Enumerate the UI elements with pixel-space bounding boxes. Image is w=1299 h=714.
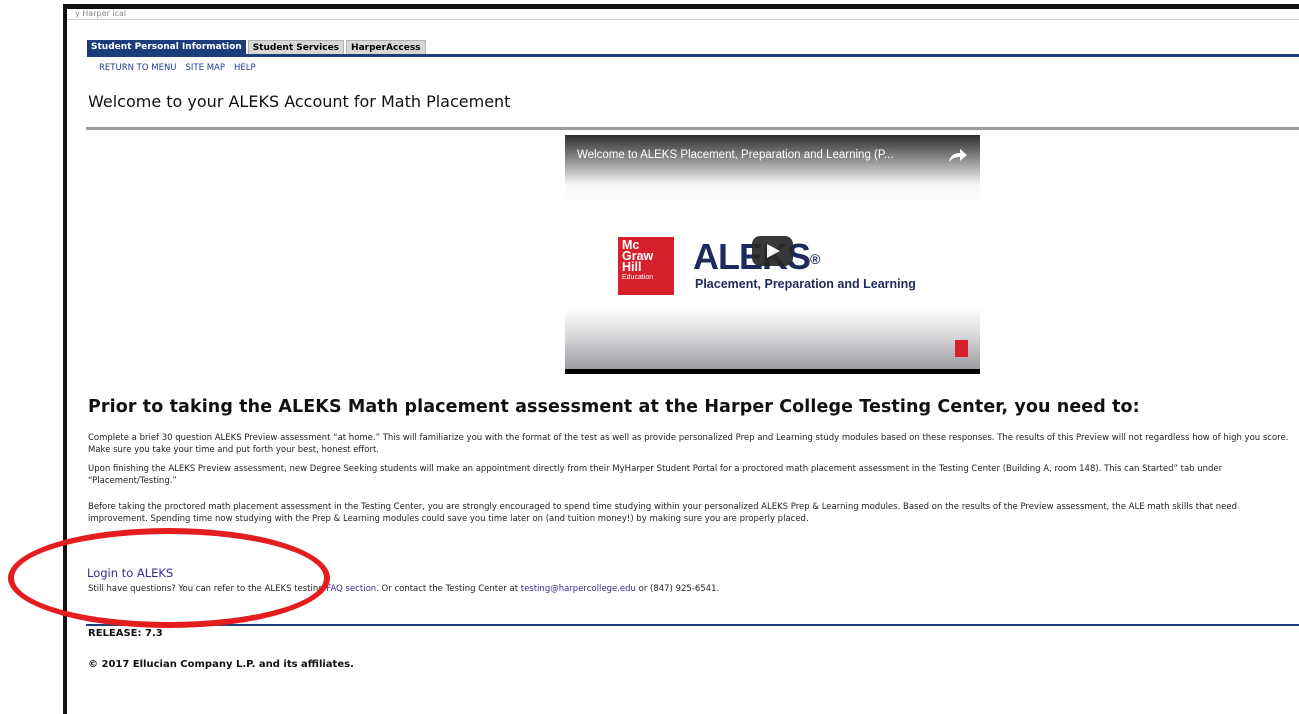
tab-bar: Student Personal Information Student Ser… [87,40,426,54]
video-thumbnail: Welcome to ALEKS Placement, Preparation … [565,135,980,369]
aleks-tagline: Placement, Preparation and Learning [695,277,916,291]
footer-divider [86,624,1299,626]
tab-divider [87,54,1299,57]
questions-suffix: or (847) 925-6541. [635,584,720,594]
login-to-aleks-link[interactable]: Login to ALEKS [87,566,173,580]
section-heading: Prior to taking the ALEKS Math placement… [88,397,1140,417]
video-player[interactable]: Welcome to ALEKS Placement, Preparation … [565,135,980,374]
video-title[interactable]: Welcome to ALEKS Placement, Preparation … [577,149,894,161]
paragraph-appointment: Upon finishing the ALEKS Preview assessm… [88,464,1223,486]
top-divider [67,19,1299,20]
window-frame-left [63,4,67,714]
paragraph-preview: Complete a brief 30 question ALEKS Previ… [88,433,1289,455]
title-divider [86,127,1299,130]
help-link[interactable]: HELP [234,63,256,74]
testing-email-link[interactable]: testing@harpercollege.edu [521,584,636,594]
site-map-link[interactable]: SITE MAP [186,63,225,74]
return-to-menu-link[interactable]: RETURN TO MENU [99,63,177,74]
tab-student-services[interactable]: Student Services [247,40,345,54]
release-label: RELEASE: 7.3 [88,628,163,639]
logo-line-education: Education [622,274,654,281]
questions-middle: . Or contact the Testing Center at [376,584,521,594]
tab-student-personal-information[interactable]: Student Personal Information [87,40,246,54]
questions-prefix: Still have questions? You can refer to t… [88,584,327,594]
paragraph-study: Before taking the proctored math placeme… [88,502,1237,524]
questions-line: Still have questions? You can refer to t… [88,584,719,594]
registered-mark: ® [810,251,820,267]
top-strip-text: y Harper ical [75,9,127,18]
share-icon[interactable] [948,147,968,163]
faq-section-link[interactable]: FAQ section [326,584,376,594]
tab-harperaccess[interactable]: HarperAccess [346,40,426,54]
sub-navigation: RETURN TO MENU SITE MAP HELP [99,63,256,74]
page-title: Welcome to your ALEKS Account for Math P… [88,92,511,111]
copyright-notice: © 2017 Ellucian Company L.P. and its aff… [88,659,354,670]
logo-line-hill: Hill [622,260,642,274]
mini-brand-icon [955,340,968,357]
top-strip: y Harper ical [67,9,1299,19]
mcgraw-hill-logo: Mc Graw Hill Education [618,237,674,295]
play-icon[interactable] [752,236,793,266]
